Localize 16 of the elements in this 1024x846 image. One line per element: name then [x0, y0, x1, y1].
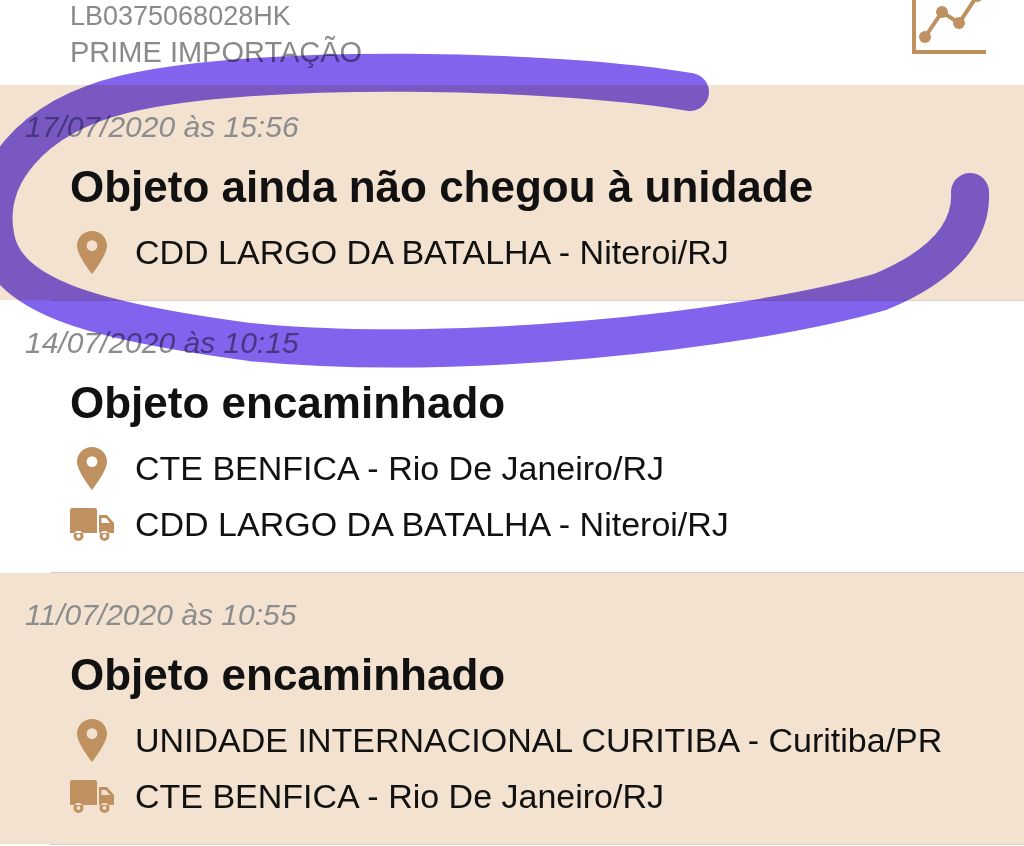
event-date: 14/07/2020 às 10:15 — [25, 325, 299, 361]
location-pin-icon — [77, 230, 107, 274]
event-status: Objeto encaminhado — [70, 649, 506, 701]
location-text: CTE BENFICA - Rio De Janeiro/RJ — [135, 448, 665, 489]
destination-text: CTE BENFICA - Rio De Janeiro/RJ — [135, 776, 665, 817]
location-text: CDD LARGO DA BATALHA - Niteroi/RJ — [135, 232, 729, 273]
location-text: UNIDADE INTERNACIONAL CURITIBA - Curitiba/PR — [135, 720, 943, 761]
destination-text: CDD LARGO DA BATALHA - Niteroi/RJ — [135, 504, 729, 545]
event-status: Objeto encaminhado — [70, 377, 506, 429]
location-pin-icon — [77, 718, 107, 762]
tracking-code: LB0375068028HK — [70, 1, 291, 31]
event-status: Objeto ainda não chegou à unidade — [70, 161, 814, 213]
truck-icon — [70, 507, 114, 541]
truck-icon — [70, 779, 114, 813]
location-pin-icon — [77, 446, 107, 490]
event-date: 11/07/2020 às 10:55 — [25, 597, 297, 633]
